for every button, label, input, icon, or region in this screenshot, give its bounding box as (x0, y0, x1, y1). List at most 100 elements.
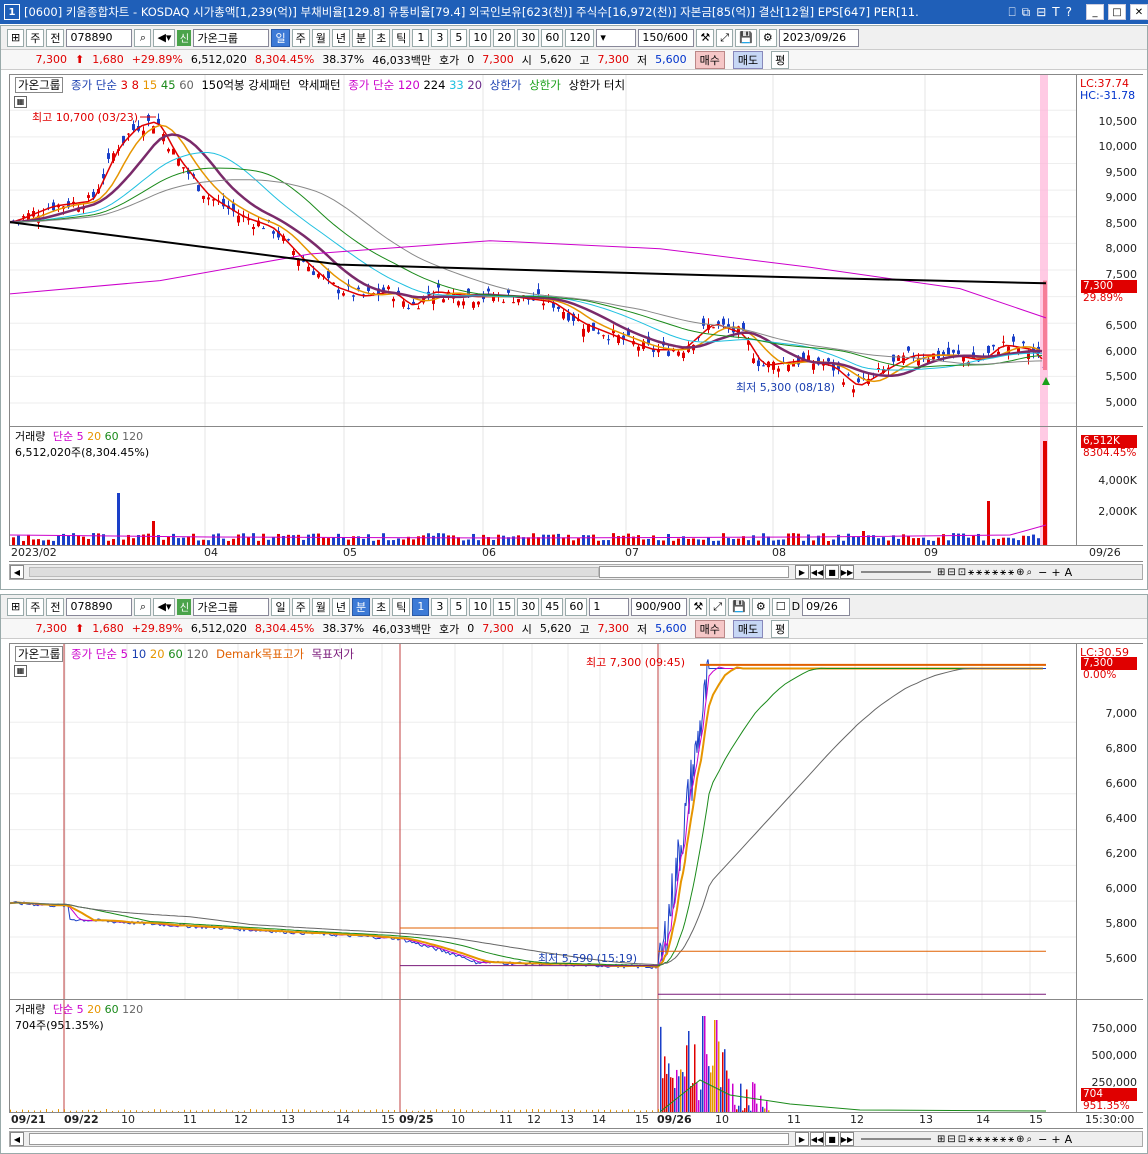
interval-select[interactable]: 1 (589, 597, 630, 616)
tile-icon[interactable]: ⧉ (1022, 5, 1031, 20)
scroll-thumb[interactable] (599, 566, 789, 578)
eval-button[interactable]: 평 (771, 619, 790, 638)
speaker-icon[interactable]: ◀▾ (153, 28, 176, 47)
grid-icon[interactable]: ▦ (14, 96, 27, 108)
period-year[interactable]: 년 (331, 597, 350, 616)
layout-icon[interactable]: ⊞ (7, 597, 25, 616)
interval-30[interactable]: 30 (517, 28, 540, 47)
window-number-badge[interactable]: 1 (4, 4, 20, 20)
indicator-icon[interactable]: ⚒ (696, 28, 715, 47)
date-field[interactable]: 2023/09/26 (778, 28, 859, 47)
interval-30[interactable]: 30 (517, 597, 540, 616)
buy-button[interactable]: 매수 (694, 50, 725, 69)
search-icon[interactable]: ⌕ (134, 597, 152, 616)
search-icon[interactable]: ⌕ (134, 28, 152, 47)
draw-icon[interactable]: ⤢ (709, 597, 727, 616)
period-day[interactable]: 일 (271, 28, 290, 47)
d-checkbox[interactable]: ☐ (771, 597, 790, 616)
stock-code-input[interactable]: 078890 (66, 28, 133, 47)
period-minute[interactable]: 분 (351, 28, 371, 47)
legend-stock[interactable]: 가온그룹 (15, 646, 64, 662)
daily-scrollbar[interactable]: ◀ ▶ ◀◀ ■ ▶▶ ⊞⊟⊡⚹⚹⚹⚹⚹⚹⊕⌕ − + A (9, 564, 1143, 580)
minute-price-chart[interactable]: 최고 7,300 (09:45) 최저 5,590 (15:19) (9, 643, 1077, 1000)
sell-button[interactable]: 매도 (732, 50, 764, 69)
stop-icon[interactable]: ■ (825, 565, 839, 579)
scroll-track[interactable] (29, 567, 599, 577)
daily-volume-chart[interactable] (9, 426, 1077, 546)
period-year[interactable]: 년 (331, 28, 350, 47)
interval-5[interactable]: 5 (450, 28, 468, 47)
forward-icon[interactable]: ▶▶ (840, 1132, 854, 1146)
zoom-out-icon[interactable]: − (1038, 566, 1047, 579)
interval-5[interactable]: 5 (450, 597, 468, 616)
zoom-out-icon[interactable]: − (1038, 1133, 1047, 1146)
period-second[interactable]: 초 (372, 28, 391, 47)
buy-button[interactable]: 매수 (694, 619, 725, 638)
interval-1[interactable]: 1 (412, 597, 430, 616)
zoom-in-icon[interactable]: + (1051, 566, 1060, 579)
stock-code-input[interactable]: 078890 (66, 597, 133, 616)
settings-icon[interactable]: ⚙ (758, 28, 777, 47)
auto-icon[interactable]: A (1065, 566, 1073, 579)
save-icon[interactable]: 💾 (735, 28, 757, 47)
interval-60[interactable]: 60 (541, 28, 564, 47)
interval-60[interactable]: 60 (565, 597, 588, 616)
period-month[interactable]: 월 (311, 28, 330, 47)
period-second[interactable]: 초 (372, 597, 391, 616)
rewind-icon[interactable]: ◀◀ (810, 1132, 824, 1146)
interval-select[interactable]: ▾ (596, 28, 637, 47)
period-month[interactable]: 월 (311, 597, 330, 616)
maximize-button[interactable]: □ (1108, 4, 1126, 20)
eval-button[interactable]: 평 (771, 50, 790, 69)
draw-icon[interactable]: ⤢ (716, 28, 734, 47)
scroll-left-icon[interactable]: ◀ (10, 1132, 24, 1146)
legend-stock[interactable]: 가온그룹 (15, 77, 64, 93)
stock-type-select[interactable]: 주 (26, 597, 45, 616)
interval-10[interactable]: 10 (469, 28, 492, 47)
interval-45[interactable]: 45 (541, 597, 564, 616)
font-icon[interactable]: T (1052, 5, 1059, 20)
interval-15[interactable]: 15 (493, 597, 516, 616)
rewind-icon[interactable]: ◀◀ (810, 565, 824, 579)
minute-scrollbar[interactable]: ◀ ▶ ◀◀ ■ ▶▶ ⊞⊟⊡⚹⚹⚹⚹⚹⚹⊕⌕ − + A (9, 1131, 1143, 1147)
settings-icon[interactable]: ⚙ (751, 597, 770, 616)
interval-3[interactable]: 3 (431, 28, 449, 47)
prev-button[interactable]: 전 (46, 28, 65, 47)
speaker-icon[interactable]: ◀▾ (153, 597, 176, 616)
pin-icon[interactable]: ⎕ (1008, 5, 1015, 20)
interval-10[interactable]: 10 (469, 597, 492, 616)
count-field[interactable]: 150/600 (638, 28, 695, 47)
zoom-slider[interactable] (861, 1138, 931, 1140)
prev-button[interactable]: 전 (46, 597, 65, 616)
daily-price-chart[interactable]: 최고 10,700 (03/23) 최저 5,300 (08/18) (9, 74, 1077, 427)
period-week[interactable]: 주 (291, 597, 310, 616)
stock-type-select[interactable]: 주 (26, 28, 45, 47)
layout-icon[interactable]: ⊞ (7, 28, 25, 47)
interval-1[interactable]: 1 (412, 28, 430, 47)
period-tick[interactable]: 틱 (392, 597, 411, 616)
stop-icon[interactable]: ■ (825, 1132, 839, 1146)
interval-20[interactable]: 20 (493, 28, 516, 47)
play-icon[interactable]: ▶ (795, 565, 809, 579)
stock-name-field[interactable]: 가온그룹 (193, 597, 270, 616)
indicator-icon[interactable]: ⚒ (689, 597, 708, 616)
help-icon[interactable]: ? (1066, 5, 1072, 20)
zoom-in-icon[interactable]: + (1051, 1133, 1060, 1146)
play-icon[interactable]: ▶ (795, 1132, 809, 1146)
sell-button[interactable]: 매도 (732, 619, 764, 638)
tool-icons[interactable]: ⊞⊟⊡⚹⚹⚹⚹⚹⚹⊕⌕ (937, 567, 1034, 578)
interval-120[interactable]: 120 (565, 28, 595, 47)
period-minute[interactable]: 분 (351, 597, 371, 616)
date-field[interactable]: 09/26 (802, 597, 851, 616)
grid-icon[interactable]: ▦ (14, 665, 27, 677)
minimize-button[interactable]: _ (1086, 4, 1104, 20)
minute-volume-chart[interactable] (9, 999, 1077, 1113)
count-field[interactable]: 900/900 (631, 597, 688, 616)
auto-icon[interactable]: A (1065, 1133, 1073, 1146)
interval-3[interactable]: 3 (431, 597, 449, 616)
stock-name-field[interactable]: 가온그룹 (193, 28, 270, 47)
scroll-left-icon[interactable]: ◀ (10, 565, 24, 579)
period-week[interactable]: 주 (291, 28, 310, 47)
lock-icon[interactable]: ⊟ (1036, 5, 1046, 20)
save-icon[interactable]: 💾 (728, 597, 750, 616)
